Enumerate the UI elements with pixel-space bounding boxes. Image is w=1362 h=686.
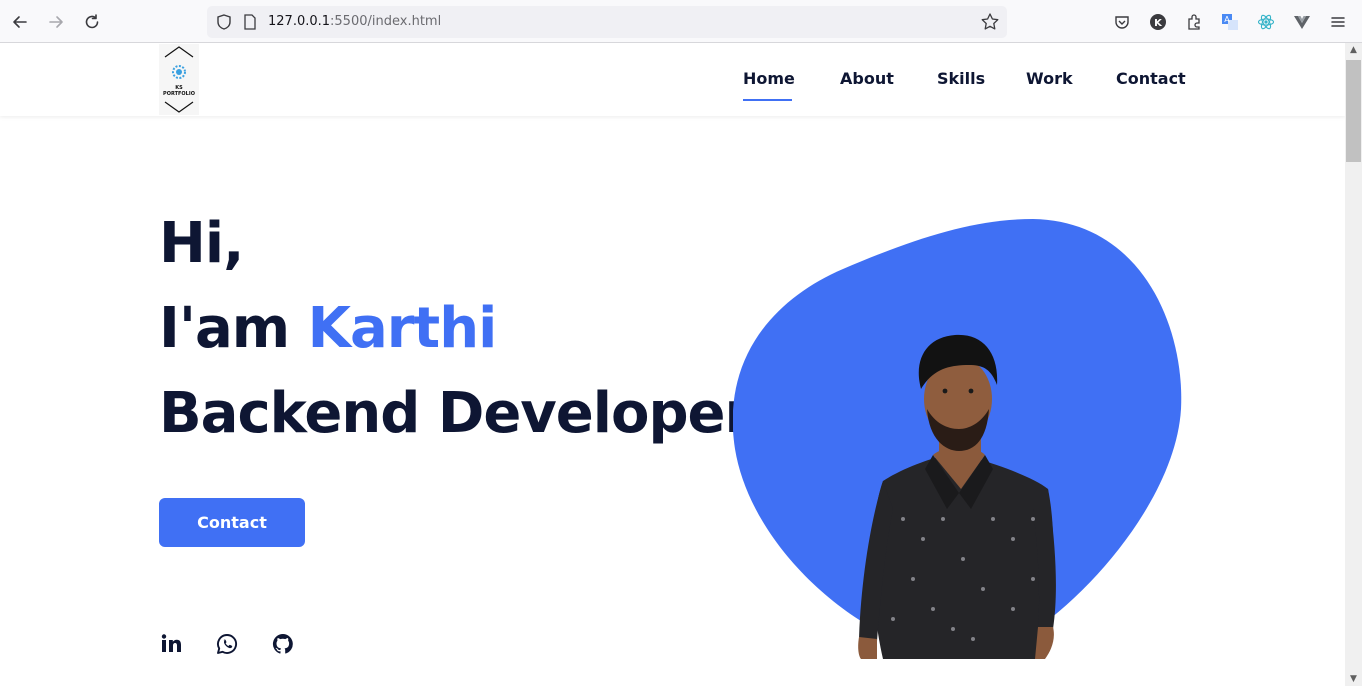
menu-icon[interactable] [1327, 11, 1349, 33]
pocket-icon[interactable] [1111, 11, 1133, 33]
nav-link-skills[interactable]: Skills [937, 69, 985, 88]
contact-button[interactable]: Contact [159, 498, 305, 547]
hero-intro: I'am Karthi [159, 296, 498, 361]
reload-icon [85, 14, 99, 29]
translate-icon[interactable]: A [1219, 11, 1241, 33]
site-header: KS PORTFOLIO Home About Skills Work Cont… [0, 43, 1345, 116]
active-nav-indicator [743, 99, 792, 101]
scroll-down-arrow-icon[interactable]: ▼ [1345, 672, 1362, 686]
logo-emblem [164, 46, 194, 113]
address-bar[interactable]: 127.0.0.1:5500/index.html [207, 6, 1007, 38]
logo-text: KS PORTFOLIO [163, 85, 195, 97]
back-arrow-icon [13, 16, 27, 28]
bookmark-star-icon[interactable] [979, 11, 1001, 33]
hero-name: Karthi [307, 296, 498, 361]
nav-link-home[interactable]: Home [743, 69, 795, 88]
extensions-icon[interactable] [1183, 11, 1205, 33]
whatsapp-icon[interactable] [215, 632, 239, 656]
shield-icon[interactable] [215, 13, 233, 31]
nav-link-about[interactable]: About [840, 69, 894, 88]
reload-button[interactable] [81, 11, 103, 33]
vue-devtools-icon[interactable] [1291, 11, 1313, 33]
back-button[interactable] [9, 11, 31, 33]
github-icon[interactable] [271, 632, 295, 656]
nav-link-contact[interactable]: Contact [1116, 69, 1186, 88]
hero-greeting: Hi, [159, 211, 244, 276]
scrollbar-thumb[interactable] [1346, 60, 1361, 162]
hero-portrait [733, 219, 1182, 659]
browser-toolbar: 127.0.0.1:5500/index.html K A [0, 0, 1362, 43]
page-viewport: KS PORTFOLIO Home About Skills Work Cont… [0, 43, 1345, 686]
hero-role: Backend Developer [159, 381, 752, 446]
scroll-up-arrow-icon[interactable]: ▲ [1345, 43, 1362, 57]
forward-arrow-icon [49, 16, 63, 28]
linkedin-icon[interactable] [159, 632, 183, 656]
react-devtools-icon[interactable] [1255, 11, 1277, 33]
url-path: :5500/index.html [330, 14, 442, 29]
nav-link-work[interactable]: Work [1026, 69, 1073, 88]
k-profile-label: K [1154, 18, 1163, 29]
url-text[interactable]: 127.0.0.1:5500/index.html [268, 14, 441, 29]
forward-button[interactable] [45, 11, 67, 33]
url-host: 127.0.0.1 [268, 14, 331, 29]
site-logo[interactable]: KS PORTFOLIO [159, 44, 199, 115]
page-icon [244, 14, 256, 30]
hero-intro-prefix: I'am [159, 296, 308, 361]
svg-text:A: A [1224, 15, 1230, 24]
k-profile-icon[interactable]: K [1147, 11, 1169, 33]
